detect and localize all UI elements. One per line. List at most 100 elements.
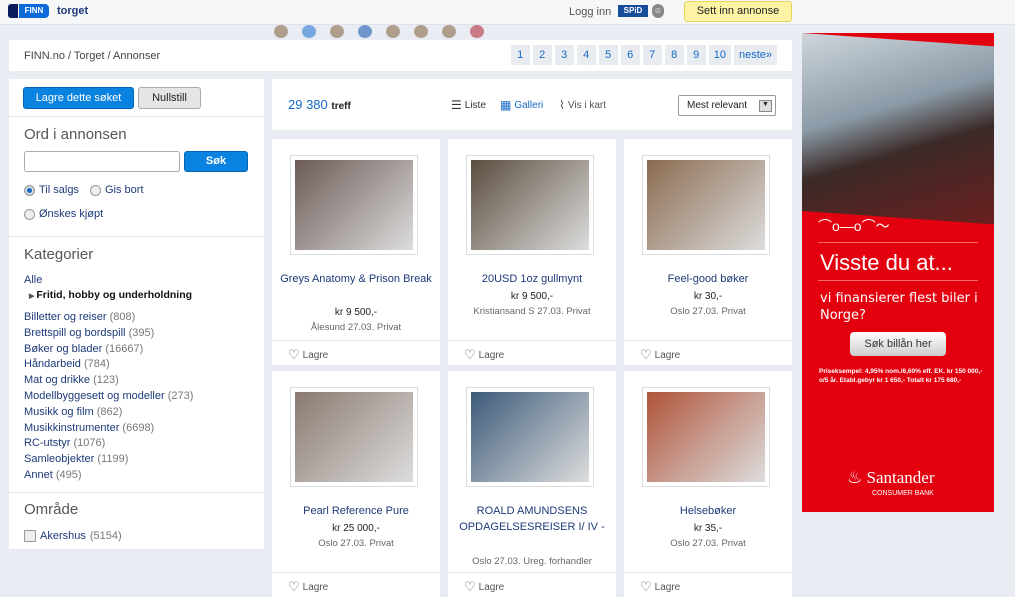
listing-card[interactable]: Greys Anatomy & Prison Break kr 9 500,- …: [272, 139, 440, 365]
listing-image[interactable]: [642, 155, 770, 255]
area-heading: Område: [24, 501, 79, 518]
heart-icon: ♡: [288, 579, 300, 594]
category-item[interactable]: Mat og drikke (123): [24, 373, 193, 389]
save-listing-button[interactable]: ♡ Lagre: [640, 579, 680, 595]
ad-headline: Visste du at...: [820, 250, 953, 275]
category-item[interactable]: Samleobjekter (1199): [24, 452, 193, 468]
heart-icon: ♡: [640, 347, 652, 362]
listing-image[interactable]: [466, 155, 594, 255]
ad-photo: [802, 33, 994, 225]
listing-title[interactable]: Pearl Reference Pure: [280, 503, 432, 519]
heart-icon: ♡: [640, 579, 652, 594]
view-gallery[interactable]: ▦ Galleri: [500, 98, 543, 112]
category-item[interactable]: Bøker og blader (16667): [24, 342, 193, 358]
reset-button[interactable]: Nullstill: [138, 87, 201, 109]
page-8[interactable]: 8: [664, 45, 684, 65]
result-count: 29 380 treff: [288, 97, 351, 112]
listing-card[interactable]: 20USD 1oz gullmynt kr 9 500,- Kristiansa…: [448, 139, 616, 365]
category-item[interactable]: Musikk og film (862): [24, 405, 193, 421]
ad-button[interactable]: Søk billån her: [850, 332, 946, 356]
area-checkbox-akershus[interactable]: Akershus (5154): [24, 530, 122, 542]
categories-heading: Kategorier: [24, 246, 94, 263]
page-7[interactable]: 7: [642, 45, 662, 65]
page-4[interactable]: 4: [576, 45, 596, 65]
category-item[interactable]: Håndarbeid (784): [24, 357, 193, 373]
ad-text: vi finansierer flest biler i Norge?: [820, 291, 978, 323]
search-input[interactable]: [24, 151, 180, 172]
listing-price: kr 9 500,-: [510, 291, 554, 302]
listing-card[interactable]: Feel-good bøker kr 30,- Oslo 27.03. Priv…: [624, 139, 792, 365]
radio-til-salgs[interactable]: Til salgs: [24, 184, 79, 196]
listing-price: kr 25 000,-: [332, 523, 380, 534]
current-category: ▶ Fritid, hobby og underholdning: [29, 289, 193, 301]
view-list[interactable]: ☰ Liste: [451, 98, 486, 112]
spid-logo[interactable]: SPiD: [618, 5, 648, 17]
finn-logo[interactable]: FINN torget: [8, 4, 88, 18]
page-10[interactable]: 10: [708, 45, 731, 65]
dropdown-icon: ▼: [759, 100, 772, 112]
category-item[interactable]: Annet (495): [24, 468, 193, 484]
category-item[interactable]: Billetter og reiser (808): [24, 310, 193, 326]
listing-title[interactable]: Feel-good bøker: [632, 271, 784, 287]
category-list: Billetter og reiser (808) Brettspill og …: [24, 310, 193, 484]
santander-sub: CONSUMER BANK: [872, 490, 934, 497]
ad-fine-print: Priseksempel: 4,95% nom./6,60% eff. EK. …: [819, 368, 983, 384]
heart-icon: ♡: [464, 347, 476, 362]
list-icon: ☰: [451, 98, 462, 112]
listing-card[interactable]: Pearl Reference Pure kr 25 000,- Oslo 27…: [272, 371, 440, 597]
listing-title[interactable]: ROALD AMUNDSENS OPDAGELSESREISER I/ IV -: [456, 503, 608, 535]
section-link[interactable]: torget: [57, 5, 88, 17]
view-map[interactable]: ⌇ Vis i kart: [559, 98, 606, 112]
listing-title[interactable]: Greys Anatomy & Prison Break: [280, 271, 432, 287]
map-pin-icon: ⌇: [559, 98, 565, 112]
top-bar: FINN torget Logg inn SPiD ☺ Sett inn anno…: [0, 0, 1015, 25]
page-5[interactable]: 5: [598, 45, 618, 65]
save-search-button[interactable]: Lagre dette søket: [23, 87, 134, 109]
page-6[interactable]: 6: [620, 45, 640, 65]
heart-icon: ♡: [464, 579, 476, 594]
page-3[interactable]: 3: [554, 45, 574, 65]
flame-icon: ♨: [847, 468, 863, 487]
breadcrumb[interactable]: FINN.no / Torget / Annonser: [24, 50, 160, 62]
radio-gis-bort[interactable]: Gis bort: [90, 184, 144, 196]
next-page[interactable]: neste»: [733, 45, 777, 65]
save-listing-button[interactable]: ♡ Lagre: [640, 347, 680, 363]
save-listing-button[interactable]: ♡ Lagre: [288, 347, 328, 363]
category-all[interactable]: Alle: [24, 274, 42, 286]
listing-price: kr 9 500,-: [334, 307, 378, 318]
category-item[interactable]: Brettspill og bordspill (395): [24, 326, 193, 342]
listing-location: Oslo 27.03. Privat: [670, 538, 746, 549]
listing-location: Oslo 27.03. Privat: [318, 538, 394, 549]
radio-onskes-kjopt[interactable]: Ønskes kjøpt: [24, 208, 103, 220]
listing-title[interactable]: 20USD 1oz gullmynt: [456, 271, 608, 287]
post-ad-button[interactable]: Sett inn annonse: [684, 1, 792, 22]
listing-image[interactable]: [290, 155, 418, 255]
breadcrumb-bar: FINN.no / Torget / Annonser 1 2 3 4 5 6 7 8 9 10 n…: [9, 40, 792, 71]
listing-card[interactable]: Helsebøker kr 35,- Oslo 27.03. Privat ♡ L…: [624, 371, 792, 597]
listing-image[interactable]: [642, 387, 770, 487]
search-button[interactable]: Søk: [184, 151, 248, 172]
category-item[interactable]: Musikkinstrumenter (6698): [24, 421, 193, 437]
page-1[interactable]: 1: [510, 45, 530, 65]
page-2[interactable]: 2: [532, 45, 552, 65]
santander-ad[interactable]: ⌒o—o⌒～ Visste du at... vi finansierer fl…: [802, 33, 994, 512]
save-listing-button[interactable]: ♡ Lagre: [464, 579, 504, 595]
sort-select[interactable]: Mest relevant ▼: [678, 95, 776, 116]
listing-image[interactable]: [290, 387, 418, 487]
chat-icon[interactable]: ☺: [652, 4, 664, 18]
listing-location: Oslo 27.03. Ureg. forhandler: [472, 556, 592, 567]
listing-image[interactable]: [466, 387, 594, 487]
save-listing-button[interactable]: ♡ Lagre: [464, 347, 504, 363]
car-icon: ⌒o—o⌒～: [818, 218, 890, 234]
category-item[interactable]: RC-utstyr (1076): [24, 436, 193, 452]
search-heading: Ord i annonsen: [24, 126, 127, 143]
save-listing-button[interactable]: ♡ Lagre: [288, 579, 328, 595]
category-item[interactable]: Modellbyggesett og modeller (273): [24, 389, 193, 405]
page-9[interactable]: 9: [686, 45, 706, 65]
heart-icon: ♡: [288, 347, 300, 362]
results-header: 29 380 treff ☰ Liste ▦ Galleri ⌇ Vis i kart…: [272, 79, 792, 130]
login-link[interactable]: Logg inn: [569, 6, 611, 18]
listing-title[interactable]: Helsebøker: [632, 503, 784, 519]
listing-card[interactable]: ROALD AMUNDSENS OPDAGELSESREISER I/ IV -…: [448, 371, 616, 597]
grid-icon: ▦: [500, 98, 512, 112]
